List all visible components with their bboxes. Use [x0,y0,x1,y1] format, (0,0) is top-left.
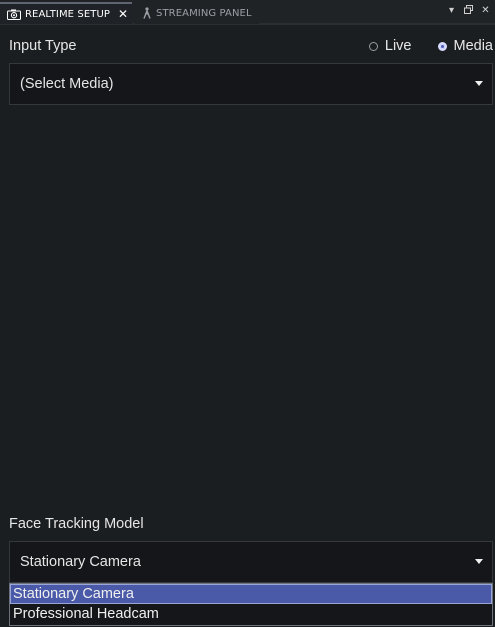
radio-unchecked-icon [368,41,378,51]
dropdown-option-stationary-camera[interactable]: Stationary Camera [10,584,492,604]
caret-down-icon [475,559,483,564]
tab-label: REALTIME SETUP [25,8,111,20]
radio-media[interactable]: Media [437,38,494,54]
input-type-radio-group: Live Media [368,38,494,54]
face-tracking-select[interactable]: Stationary Camera [9,541,493,583]
face-tracking-dropdown: Stationary Camera Professional Headcam [9,583,493,626]
figure-icon [142,7,152,19]
chevron-down-icon[interactable]: ▾ [446,5,457,17]
tab-streaming-panel[interactable]: STREAMING PANEL [135,2,259,24]
tab-controls: ▾ ✕ [446,5,491,17]
media-select[interactable]: (Select Media) [9,63,493,105]
panel-tab-bar: REALTIME SETUP ✕ STREAMING PANEL ▾ ✕ [0,0,495,25]
caret-down-icon [475,81,483,86]
dropdown-option-professional-headcam[interactable]: Professional Headcam [10,604,492,624]
close-icon[interactable]: ✕ [480,5,491,17]
face-tracking-select-value: Stationary Camera [20,554,141,570]
tab-label: STREAMING PANEL [156,7,252,19]
radio-media-label: Media [453,38,494,54]
face-tracking-label: Face Tracking Model [9,516,144,532]
radio-live-label: Live [384,38,412,54]
media-select-value: (Select Media) [20,76,114,92]
restore-window-icon[interactable] [463,5,474,17]
input-type-label: Input Type [9,38,77,54]
close-icon[interactable]: ✕ [118,7,128,21]
camera-icon [7,9,21,20]
radio-live[interactable]: Live [368,38,412,54]
tab-realtime-setup[interactable]: REALTIME SETUP ✕ [0,2,132,24]
radio-checked-icon [437,41,447,51]
